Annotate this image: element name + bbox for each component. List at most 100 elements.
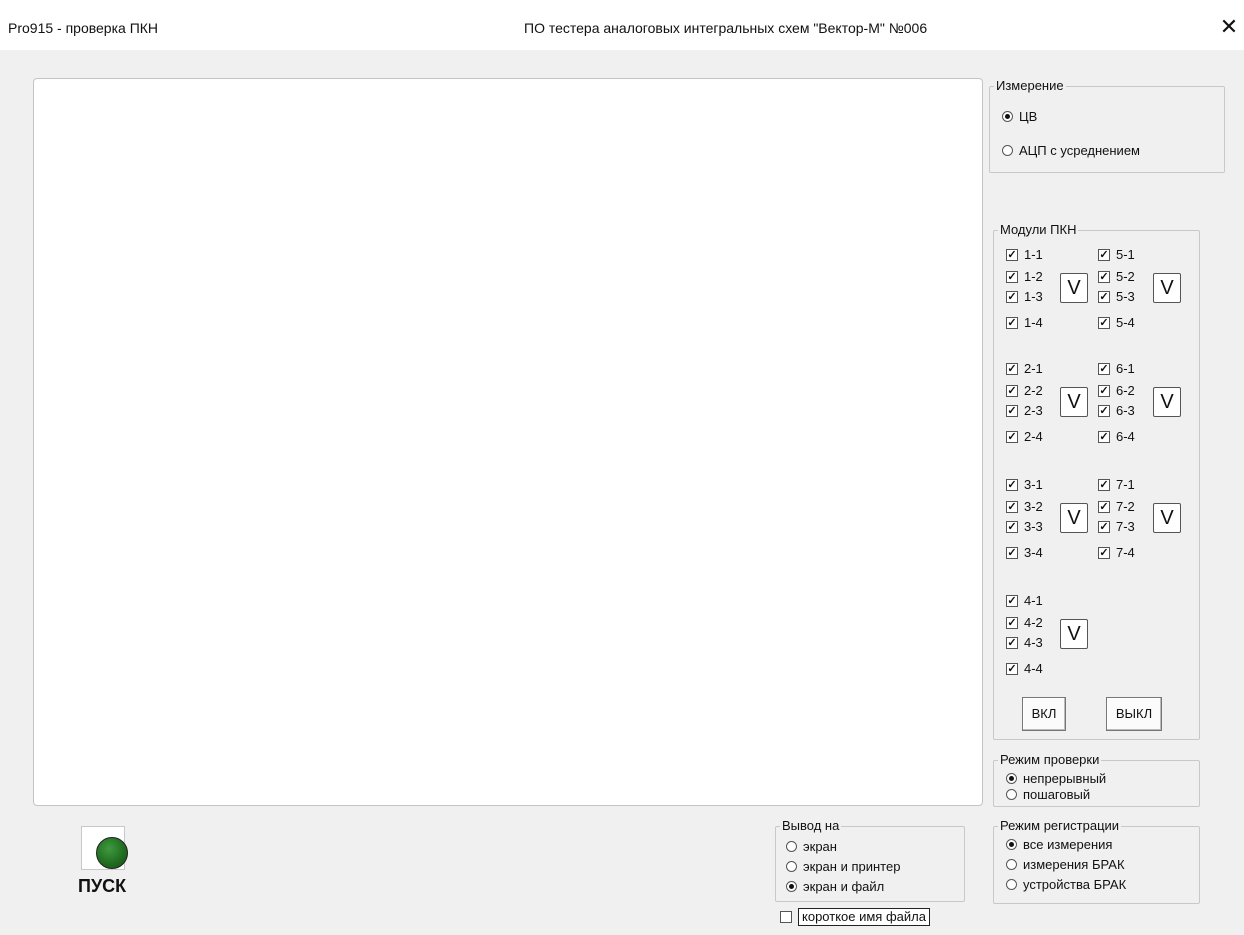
radio-register-reject-measurements[interactable]: измерения БРАК — [1006, 857, 1125, 872]
checkbox-indicator: ✓ — [1098, 500, 1110, 513]
radio-indicator — [786, 861, 797, 872]
checkbox-indicator: ✓ — [1006, 546, 1018, 559]
toggle-group-5-button[interactable]: V — [1153, 273, 1181, 303]
checkbox-module-3-4[interactable]: ✓ 3-4 — [1006, 545, 1043, 560]
checkbox-label: 2-3 — [1024, 403, 1043, 418]
toggle-group-6-button[interactable]: V — [1153, 387, 1181, 417]
checkbox-module-7-1[interactable]: ✓ 7-1 — [1098, 477, 1135, 492]
radio-output-screen[interactable]: экран — [786, 839, 837, 854]
register-mode-legend: Режим регистрации — [998, 818, 1122, 834]
checkbox-module-6-1[interactable]: ✓ 6-1 — [1098, 361, 1135, 376]
all-on-button[interactable]: ВКЛ — [1022, 697, 1066, 731]
checkbox-label: 4-4 — [1024, 661, 1043, 676]
toggle-group-4-button[interactable]: V — [1060, 619, 1088, 649]
close-icon[interactable]: ✕ — [1218, 14, 1240, 40]
checkbox-label: 2-4 — [1024, 429, 1043, 444]
checkbox-label: 3-3 — [1024, 519, 1043, 534]
checkbox-module-5-3[interactable]: ✓ 5-3 — [1098, 289, 1135, 304]
checkbox-module-4-4[interactable]: ✓ 4-4 — [1006, 661, 1043, 676]
checkbox-module-1-1[interactable]: ✓ 1-1 — [1006, 247, 1043, 262]
status-led-icon — [96, 837, 128, 869]
radio-output-screen-file[interactable]: экран и файл — [786, 879, 884, 894]
checkbox-module-7-2[interactable]: ✓ 7-2 — [1098, 499, 1135, 514]
modules-group: Модули ПКН ✓ 1-1 ✓ 1-2 ✓ 1-3 ✓ 1-4 V ✓ 5-1 ✓ 5… — [993, 222, 1200, 740]
checkbox-indicator: ✓ — [1098, 430, 1110, 443]
checkbox-module-2-1[interactable]: ✓ 2-1 — [1006, 361, 1043, 376]
toggle-group-2-button[interactable]: V — [1060, 387, 1088, 417]
checkbox-module-6-4[interactable]: ✓ 6-4 — [1098, 429, 1135, 444]
checkbox-label: 4-3 — [1024, 635, 1043, 650]
checkbox-module-5-4[interactable]: ✓ 5-4 — [1098, 315, 1135, 330]
checkbox-indicator: ✓ — [1098, 478, 1110, 491]
checkbox-indicator: ✓ — [1006, 636, 1018, 649]
radio-measure-cv[interactable]: ЦВ — [1002, 109, 1037, 124]
checkbox-indicator: ✓ — [1006, 316, 1018, 329]
checkbox-indicator: ✓ — [1006, 500, 1018, 513]
radio-label: непрерывный — [1023, 771, 1107, 786]
checkbox-module-3-3[interactable]: ✓ 3-3 — [1006, 519, 1043, 534]
checkbox-indicator: ✓ — [1098, 248, 1110, 261]
radio-indicator — [1002, 111, 1013, 122]
checkbox-indicator: ✓ — [1098, 362, 1110, 375]
start-button[interactable]: ПУСК — [74, 822, 144, 898]
checkbox-module-2-3[interactable]: ✓ 2-3 — [1006, 403, 1043, 418]
checkbox-module-6-2[interactable]: ✓ 6-2 — [1098, 383, 1135, 398]
checkbox-indicator: ✓ — [1098, 290, 1110, 303]
checkbox-module-6-3[interactable]: ✓ 6-3 — [1098, 403, 1135, 418]
checkbox-indicator: ✓ — [1098, 316, 1110, 329]
checkbox-label: 6-1 — [1116, 361, 1135, 376]
radio-output-screen-printer[interactable]: экран и принтер — [786, 859, 900, 874]
checkbox-label: 7-2 — [1116, 499, 1135, 514]
checkbox-indicator: ✓ — [1006, 594, 1018, 607]
checkbox-module-2-2[interactable]: ✓ 2-2 — [1006, 383, 1043, 398]
checkbox-module-7-4[interactable]: ✓ 7-4 — [1098, 545, 1135, 560]
checkbox-label: 6-4 — [1116, 429, 1135, 444]
checkbox-indicator: ✓ — [1006, 290, 1018, 303]
checkbox-module-1-4[interactable]: ✓ 1-4 — [1006, 315, 1043, 330]
toggle-group-3-button[interactable]: V — [1060, 503, 1088, 533]
radio-indicator — [786, 841, 797, 852]
checkbox-indicator: ✓ — [1098, 404, 1110, 417]
radio-measure-adc[interactable]: АЦП с усреднением — [1002, 143, 1140, 158]
app-title: Pro915 - проверка ПКН — [8, 20, 159, 36]
checkbox-module-7-3[interactable]: ✓ 7-3 — [1098, 519, 1135, 534]
checkbox-indicator: ✓ — [1006, 616, 1018, 629]
checkbox-label: 3-2 — [1024, 499, 1043, 514]
check-mode-legend: Режим проверки — [998, 752, 1102, 768]
checkbox-module-2-4[interactable]: ✓ 2-4 — [1006, 429, 1043, 444]
checkbox-module-1-2[interactable]: ✓ 1-2 — [1006, 269, 1043, 284]
checkbox-module-4-1[interactable]: ✓ 4-1 — [1006, 593, 1043, 608]
checkbox-label: 6-2 — [1116, 383, 1135, 398]
checkbox-module-5-1[interactable]: ✓ 5-1 — [1098, 247, 1135, 262]
window-title: ПО тестера аналоговых интегральных схем … — [524, 20, 928, 36]
radio-indicator — [1006, 839, 1017, 850]
short-filename-checkbox[interactable]: короткое имя файла — [780, 908, 930, 926]
all-off-button[interactable]: ВЫКЛ — [1106, 697, 1162, 731]
radio-indicator — [786, 881, 797, 892]
short-filename-label: короткое имя файла — [798, 908, 930, 926]
radio-register-all[interactable]: все измерения — [1006, 837, 1112, 852]
checkbox-indicator: ✓ — [1098, 546, 1110, 559]
radio-stepwise[interactable]: пошаговый — [1006, 787, 1090, 802]
toggle-group-1-button[interactable]: V — [1060, 273, 1088, 303]
results-area — [33, 78, 983, 806]
start-label: ПУСК — [78, 876, 127, 896]
toggle-group-7-button[interactable]: V — [1153, 503, 1181, 533]
checkbox-module-4-2[interactable]: ✓ 4-2 — [1006, 615, 1043, 630]
checkbox-module-5-2[interactable]: ✓ 5-2 — [1098, 269, 1135, 284]
radio-indicator — [1006, 879, 1017, 890]
checkbox-module-1-3[interactable]: ✓ 1-3 — [1006, 289, 1043, 304]
measurement-legend: Измерение — [994, 78, 1066, 94]
radio-continuous[interactable]: непрерывный — [1006, 771, 1106, 786]
start-button-face — [81, 826, 128, 870]
checkbox-indicator: ✓ — [1006, 430, 1018, 443]
radio-label: АЦП с усреднением — [1019, 143, 1140, 158]
radio-label: пошаговый — [1023, 787, 1091, 802]
checkbox-label: 5-2 — [1116, 269, 1135, 284]
checkbox-indicator: ✓ — [1098, 384, 1110, 397]
checkbox-module-3-2[interactable]: ✓ 3-2 — [1006, 499, 1043, 514]
checkbox-module-4-3[interactable]: ✓ 4-3 — [1006, 635, 1043, 650]
checkbox-module-3-1[interactable]: ✓ 3-1 — [1006, 477, 1043, 492]
radio-label: устройства БРАК — [1023, 877, 1127, 892]
radio-register-reject-devices[interactable]: устройства БРАК — [1006, 877, 1126, 892]
